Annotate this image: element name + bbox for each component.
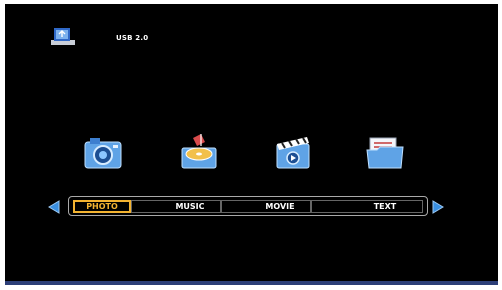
arrow-left-icon[interactable] <box>46 199 62 215</box>
music-disc-icon[interactable] <box>177 132 221 172</box>
tab-movie[interactable]: MOVIE <box>255 200 305 213</box>
tv-screen: USB 2.0 PHOTO MUSIC MOVIE TEXT <box>5 4 498 285</box>
source-label: USB 2.0 <box>116 34 149 42</box>
bottom-strip <box>5 281 498 285</box>
clapperboard-icon[interactable] <box>271 132 315 172</box>
tab-photo[interactable]: PHOTO <box>73 200 131 213</box>
usb-drive-icon <box>51 28 75 45</box>
tab-text[interactable]: TEXT <box>360 200 410 213</box>
folder-icon[interactable] <box>363 132 407 172</box>
tab-music[interactable]: MUSIC <box>165 200 215 213</box>
arrow-right-icon[interactable] <box>430 199 446 215</box>
camera-icon[interactable] <box>81 132 125 172</box>
